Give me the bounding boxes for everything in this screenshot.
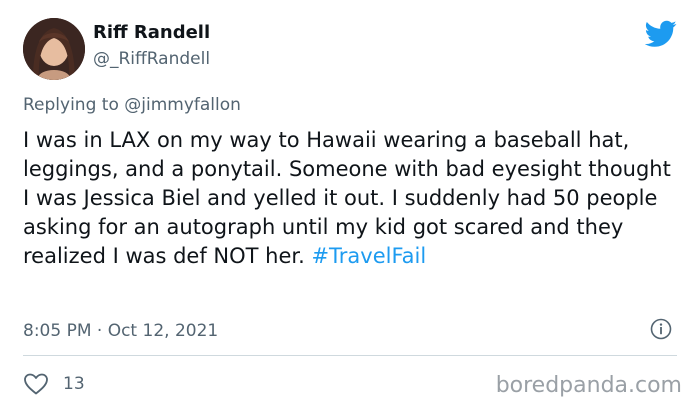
hashtag-link[interactable]: #TravelFail xyxy=(311,244,426,268)
like-action[interactable]: 13 xyxy=(23,372,85,396)
heart-icon[interactable] xyxy=(23,372,49,396)
avatar[interactable] xyxy=(23,18,85,80)
tweet-body: I was in LAX on my way to Hawaii wearing… xyxy=(23,126,673,271)
divider xyxy=(23,355,677,356)
tweet-card: Riff Randell @_RiffRandell Replying to @… xyxy=(0,0,700,410)
replying-to-mention[interactable]: @jimmyfallon xyxy=(124,95,241,115)
like-count: 13 xyxy=(63,374,85,394)
watermark: boredpanda.com xyxy=(495,373,682,398)
info-icon[interactable] xyxy=(650,318,672,340)
author-name[interactable]: Riff Randell xyxy=(93,22,210,43)
tweet-timestamp[interactable]: 8:05 PM · Oct 12, 2021 xyxy=(23,321,218,341)
replying-prefix: Replying to xyxy=(23,95,119,115)
twitter-bird-icon[interactable] xyxy=(644,20,677,48)
author-handle[interactable]: @_RiffRandell xyxy=(93,49,210,69)
replying-to-line: Replying to @jimmyfallon xyxy=(23,95,241,115)
